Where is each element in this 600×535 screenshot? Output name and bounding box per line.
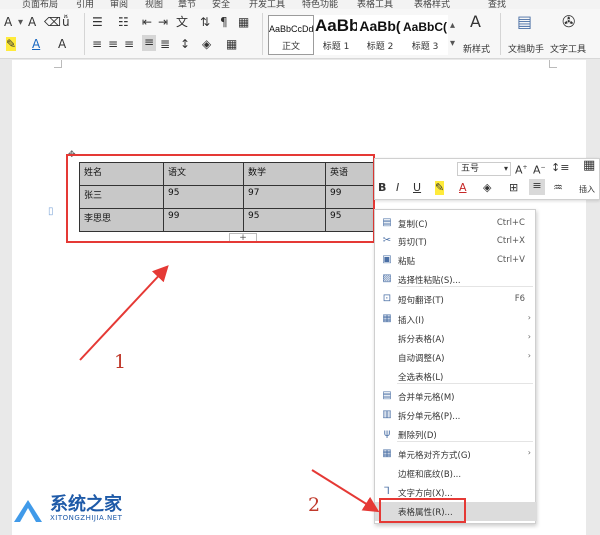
watermark-subtitle: XITONGZHIJIA.NET [50, 514, 123, 522]
site-logo-icon [14, 500, 42, 522]
annotation-label-1: 1 [114, 351, 127, 373]
arrow-1 [79, 265, 169, 361]
properties-highlight-box [379, 498, 466, 523]
arrow-2 [311, 469, 380, 513]
site-watermark: 系统之家 XITONGZHIJIA.NET [10, 488, 160, 532]
watermark-title: 系统之家 [50, 494, 122, 515]
annotation-label-2: 2 [308, 494, 321, 516]
annotation-layer [79, 265, 380, 513]
